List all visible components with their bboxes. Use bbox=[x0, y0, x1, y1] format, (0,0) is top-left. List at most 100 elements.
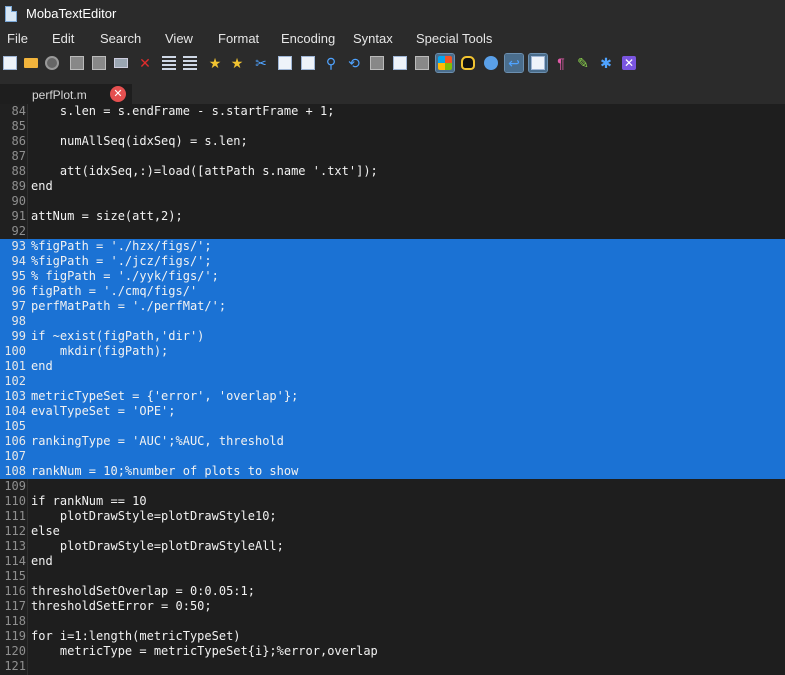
code-line[interactable]: 111 plotDrawStyle=plotDrawStyle10; bbox=[0, 509, 785, 524]
code-text: s.len = s.endFrame - s.startFrame + 1; bbox=[31, 104, 335, 118]
code-line[interactable]: 100 mkdir(figPath); bbox=[0, 344, 785, 359]
code-line[interactable]: 87 bbox=[0, 149, 785, 164]
line-number: 116 bbox=[4, 584, 26, 598]
code-line[interactable]: 91 attNum = size(att,2); bbox=[0, 209, 785, 224]
code-line[interactable]: 102 bbox=[0, 374, 785, 389]
line-number: 92 bbox=[11, 224, 26, 238]
new-file-button[interactable] bbox=[1, 54, 19, 72]
highlighter-button[interactable]: ✎ bbox=[574, 54, 592, 72]
code-line[interactable]: 88 att(idxSeq,:)=load([attPath s.name '.… bbox=[0, 164, 785, 179]
code-text: plotDrawStyle=plotDrawStyle10; bbox=[31, 509, 277, 523]
replace-button[interactable]: ⟲ bbox=[345, 54, 363, 72]
code-line[interactable]: 92 bbox=[0, 224, 785, 239]
line-number: 88 bbox=[11, 164, 26, 178]
code-line[interactable]: 112 else bbox=[0, 524, 785, 539]
code-line[interactable]: 85 bbox=[0, 119, 785, 134]
menu-special-tools[interactable]: Special Tools bbox=[416, 31, 492, 46]
menu-view[interactable]: View bbox=[165, 31, 193, 46]
macro-button[interactable] bbox=[368, 54, 386, 72]
line-number: 97 bbox=[11, 299, 26, 313]
compare-button[interactable] bbox=[391, 54, 409, 72]
code-line[interactable]: 109 bbox=[0, 479, 785, 494]
code-line[interactable]: 105 bbox=[0, 419, 785, 434]
print-button[interactable] bbox=[112, 54, 130, 72]
code-line[interactable]: 121 bbox=[0, 659, 785, 674]
settings-button[interactable]: ✱ bbox=[597, 54, 615, 72]
bookmark-next-button[interactable]: ★ bbox=[228, 54, 246, 72]
line-number: 90 bbox=[11, 194, 26, 208]
mac-eol-button[interactable] bbox=[482, 54, 500, 72]
menu-syntax[interactable]: Syntax bbox=[353, 31, 393, 46]
code-text: attNum = size(att,2); bbox=[31, 209, 183, 223]
mac-eol-icon bbox=[484, 56, 498, 70]
code-line[interactable]: 113 plotDrawStyle=plotDrawStyleAll; bbox=[0, 539, 785, 554]
bookmark-toggle-button[interactable]: ★ bbox=[206, 54, 224, 72]
linux-eol-icon bbox=[461, 56, 475, 70]
code-line[interactable]: 103 metricTypeSet = {'error', 'overlap'}; bbox=[0, 389, 785, 404]
code-line[interactable]: 106 rankingType = 'AUC';%AUC, threshold bbox=[0, 434, 785, 449]
reload-button[interactable] bbox=[43, 54, 61, 72]
code-text: rankingType = 'AUC';%AUC, threshold bbox=[31, 434, 284, 448]
menu-encoding[interactable]: Encoding bbox=[281, 31, 335, 46]
outdent-button[interactable] bbox=[160, 54, 178, 72]
code-line[interactable]: 114 end bbox=[0, 554, 785, 569]
windows-eol-button[interactable] bbox=[435, 53, 455, 73]
code-line[interactable]: 98 bbox=[0, 314, 785, 329]
code-line[interactable]: 84 s.len = s.endFrame - s.startFrame + 1… bbox=[0, 104, 785, 119]
code-line[interactable]: 117 thresholdSetError = 0:50; bbox=[0, 599, 785, 614]
code-editor[interactable]: 84 s.len = s.endFrame - s.startFrame + 1… bbox=[0, 104, 785, 675]
code-line[interactable]: 120 metricType = metricTypeSet{i};%error… bbox=[0, 644, 785, 659]
code-line[interactable]: 118 bbox=[0, 614, 785, 629]
menu-format[interactable]: Format bbox=[218, 31, 259, 46]
code-line[interactable]: 108 rankNum = 10;%number of plots to show bbox=[0, 464, 785, 479]
code-line[interactable]: 101 end bbox=[0, 359, 785, 374]
line-number: 113 bbox=[4, 539, 26, 553]
indent-button[interactable] bbox=[181, 54, 199, 72]
code-line[interactable]: 115 bbox=[0, 569, 785, 584]
code-line[interactable]: 97 perfMatPath = './perfMat/'; bbox=[0, 299, 785, 314]
paste-button[interactable] bbox=[299, 54, 317, 72]
code-line[interactable]: 89 end bbox=[0, 179, 785, 194]
line-number: 114 bbox=[4, 554, 26, 568]
code-line[interactable]: 104 evalTypeSet = 'OPE'; bbox=[0, 404, 785, 419]
new-file-icon bbox=[3, 56, 17, 70]
code-line[interactable]: 90 bbox=[0, 194, 785, 209]
menu-edit[interactable]: Edit bbox=[52, 31, 74, 46]
cut-button[interactable]: ✂ bbox=[252, 54, 270, 72]
menu-search[interactable]: Search bbox=[100, 31, 141, 46]
open-folder-button[interactable] bbox=[22, 54, 40, 72]
close-file-button[interactable]: ✕ bbox=[136, 54, 154, 72]
save-button[interactable] bbox=[68, 54, 86, 72]
exit-button[interactable]: ✕ bbox=[620, 54, 638, 72]
code-text: metricTypeSet = {'error', 'overlap'}; bbox=[31, 389, 299, 403]
app-logo-icon bbox=[5, 6, 17, 22]
code-line[interactable]: 119 for i=1:length(metricTypeSet) bbox=[0, 629, 785, 644]
save-all-button[interactable] bbox=[90, 54, 108, 72]
linux-eol-button[interactable] bbox=[459, 54, 477, 72]
line-number: 87 bbox=[11, 149, 26, 163]
copy-button[interactable] bbox=[276, 54, 294, 72]
code-line[interactable]: 86 numAllSeq(idxSeq) = s.len; bbox=[0, 134, 785, 149]
code-line[interactable]: 96 figPath = './cmq/figs/' bbox=[0, 284, 785, 299]
code-line[interactable]: 93 %figPath = './hzx/figs/'; bbox=[0, 239, 785, 254]
line-number: 112 bbox=[4, 524, 26, 538]
show-whitespace-button[interactable] bbox=[528, 53, 548, 73]
line-number: 117 bbox=[4, 599, 26, 613]
code-line[interactable]: 116 thresholdSetOverlap = 0:0.05:1; bbox=[0, 584, 785, 599]
menu-file[interactable]: File bbox=[7, 31, 28, 46]
code-line[interactable]: 94 %figPath = './jcz/figs/'; bbox=[0, 254, 785, 269]
find-button[interactable]: ⚲ bbox=[322, 54, 340, 72]
code-line[interactable]: 107 bbox=[0, 449, 785, 464]
word-wrap-button[interactable]: ↩ bbox=[504, 53, 524, 73]
code-line[interactable]: 99 if ~exist(figPath,'dir') bbox=[0, 329, 785, 344]
close-tab-icon[interactable]: ✕ bbox=[110, 86, 126, 102]
pilcrow-button[interactable]: ¶ bbox=[552, 54, 570, 72]
tab-perfplot[interactable]: perfPlot.m ✕ bbox=[0, 84, 132, 104]
split-view-button[interactable] bbox=[413, 54, 431, 72]
code-line[interactable]: 95 % figPath = './yyk/figs/'; bbox=[0, 269, 785, 284]
print-icon bbox=[114, 58, 128, 68]
code-line[interactable]: 110 if rankNum == 10 bbox=[0, 494, 785, 509]
line-number: 93 bbox=[11, 239, 26, 253]
save-all-icon bbox=[92, 56, 106, 70]
macro-icon bbox=[370, 56, 384, 70]
